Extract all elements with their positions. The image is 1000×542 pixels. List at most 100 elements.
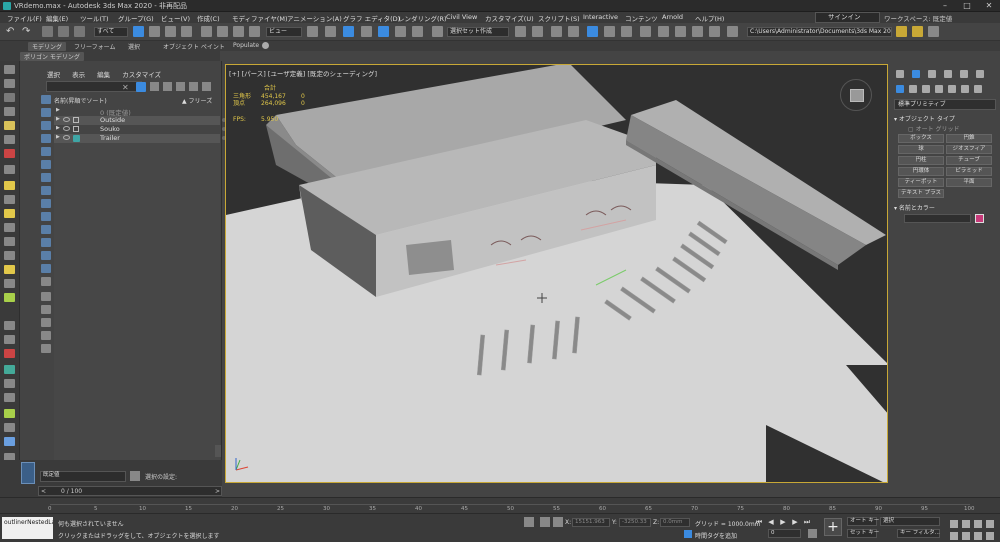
- light-icon[interactable]: [4, 121, 15, 130]
- menu-help[interactable]: ヘルプ(H): [695, 13, 724, 23]
- explorer-scrollbar[interactable]: [215, 445, 221, 457]
- tube-button[interactable]: チューブ: [946, 156, 992, 165]
- visibility-eye-icon[interactable]: [63, 135, 70, 140]
- align-icon[interactable]: [532, 26, 543, 37]
- signin-dropdown[interactable]: サインイン: [815, 12, 880, 23]
- primitive-type-dropdown[interactable]: 標準プリミティブ: [894, 99, 996, 110]
- unlink-icon[interactable]: [58, 26, 69, 37]
- time-tag-icon[interactable]: [684, 530, 692, 538]
- open-folder-icon[interactable]: [896, 26, 907, 37]
- filter-invert-icon[interactable]: [41, 277, 51, 286]
- ribbon-options-icon[interactable]: [262, 42, 269, 49]
- menu-interactive[interactable]: Interactive: [583, 13, 618, 21]
- clear-search-icon[interactable]: ✕: [122, 83, 129, 92]
- tab-freeform[interactable]: フリーフォーム: [74, 42, 115, 51]
- display-tab-icon[interactable]: [960, 70, 968, 78]
- orbit-icon[interactable]: [974, 532, 982, 540]
- particle-icon[interactable]: [4, 349, 15, 358]
- play-icon[interactable]: ▶: [778, 517, 788, 527]
- filter-helpers-icon[interactable]: [41, 147, 51, 156]
- torus-primitive-icon[interactable]: [4, 209, 15, 218]
- vray-icon[interactable]: [4, 379, 15, 388]
- pivot-center-icon[interactable]: [307, 26, 318, 37]
- curve-editor-icon[interactable]: [604, 26, 615, 37]
- goto-end-icon[interactable]: ⏭: [802, 517, 812, 527]
- set-project-icon[interactable]: [928, 26, 939, 37]
- explorer-menu-display[interactable]: 表示: [72, 71, 85, 79]
- helpers-category-icon[interactable]: [948, 85, 956, 93]
- filter-all-icon[interactable]: [41, 251, 51, 260]
- explorer-tool-4-icon[interactable]: [189, 82, 198, 91]
- current-frame-field[interactable]: 0: [768, 529, 801, 538]
- redo-icon[interactable]: ↷: [22, 26, 33, 37]
- name-color-rollout[interactable]: ▾ 名前とカラー: [894, 203, 935, 212]
- key-filters-button[interactable]: キー フィルタ...: [897, 529, 940, 538]
- track-bar[interactable]: 0 5 10 15 20 25 30 35 40 45 50 55 60 65 …: [0, 497, 1000, 513]
- selection-lock-icon[interactable]: [540, 517, 550, 527]
- time-slider-prev[interactable]: <: [41, 488, 46, 495]
- camera-icon[interactable]: [4, 135, 15, 144]
- explorer-option-3-icon[interactable]: [41, 318, 51, 327]
- plane-primitive-icon[interactable]: [4, 279, 15, 288]
- cylinder-button[interactable]: 円柱: [898, 156, 944, 165]
- scale-icon[interactable]: [233, 26, 244, 37]
- tube-primitive-icon[interactable]: [4, 251, 15, 260]
- autogrid-checkbox[interactable]: ▢ オート グリッド: [908, 124, 960, 133]
- panel-polygon-modeling[interactable]: ポリゴン モデリング: [20, 52, 84, 61]
- named-selection-set-dropdown[interactable]: 選択セット作成: [447, 27, 509, 37]
- spacewarps-category-icon[interactable]: [961, 85, 969, 93]
- cone-primitive-icon[interactable]: [4, 223, 15, 232]
- render-setup-icon[interactable]: [658, 26, 669, 37]
- cylinder-primitive-icon[interactable]: [4, 195, 15, 204]
- plane-button[interactable]: 平面: [946, 178, 992, 187]
- compound-icon[interactable]: [4, 335, 15, 344]
- z-coordinate-field[interactable]: 0.0mm: [660, 518, 690, 527]
- time-slider[interactable]: < 0 / 100 >: [38, 486, 222, 496]
- tab-selection[interactable]: 選択: [128, 42, 140, 51]
- menu-views[interactable]: ビュー(V): [161, 13, 190, 23]
- select-by-name-icon[interactable]: [149, 26, 160, 37]
- maxscript-listener[interactable]: outlinerNestedLa: [2, 517, 53, 539]
- rectangular-selection-icon[interactable]: [165, 26, 176, 37]
- viewport-layout-icon[interactable]: [4, 65, 15, 74]
- viewcube[interactable]: [840, 79, 872, 111]
- menu-group[interactable]: グループ(G): [118, 13, 154, 23]
- explorer-option-1-icon[interactable]: [41, 292, 51, 301]
- pyramid-primitive-icon[interactable]: [4, 237, 15, 246]
- spacewarp-icon[interactable]: [4, 293, 15, 302]
- filter-xrefs-icon[interactable]: [41, 186, 51, 195]
- expand-arrow-icon[interactable]: ▶: [56, 107, 60, 113]
- zoom-all-icon[interactable]: [962, 520, 970, 528]
- filter-bones-icon[interactable]: [41, 199, 51, 208]
- bind-spacewarp-icon[interactable]: [74, 26, 85, 37]
- auto-key-button[interactable]: オート キー: [847, 517, 879, 526]
- maximize-viewport-icon[interactable]: [986, 532, 994, 540]
- filter-shapes-icon[interactable]: [41, 108, 51, 117]
- object-type-rollout[interactable]: ▾ オブジェクト タイプ: [894, 114, 955, 123]
- select-manipulate-icon[interactable]: [325, 26, 336, 37]
- goto-start-icon[interactable]: ⏮: [754, 517, 764, 527]
- snaps-toggle-icon[interactable]: [361, 26, 372, 37]
- scene-explorer-toggle-icon[interactable]: [21, 462, 35, 484]
- reference-coordinate-dropdown[interactable]: ビュー: [266, 27, 302, 37]
- helper-icon[interactable]: [4, 165, 15, 174]
- layer-row[interactable]: ▶ Trailer: [54, 134, 226, 143]
- cameras-category-icon[interactable]: [935, 85, 943, 93]
- maximize-button[interactable]: □: [956, 0, 978, 12]
- teapot-button[interactable]: ティーポット: [898, 178, 944, 187]
- layer-settings-icon[interactable]: [130, 471, 140, 481]
- menu-tools[interactable]: ツール(T): [80, 13, 109, 23]
- render-in-cloud-icon[interactable]: [709, 26, 720, 37]
- geosphere-button[interactable]: ジオスフィア: [946, 145, 992, 154]
- a360-gallery-icon[interactable]: [727, 26, 738, 37]
- rendered-frame-window-icon[interactable]: [675, 26, 686, 37]
- explorer-option-2-icon[interactable]: [41, 305, 51, 314]
- sphere-button[interactable]: 球: [898, 145, 944, 154]
- object-name-field[interactable]: [904, 214, 971, 223]
- viewport-label[interactable]: [+] [パース] [ユーザ定義] [既定のシェーディング]: [229, 68, 377, 78]
- toggle-scene-explorer-icon[interactable]: [551, 26, 562, 37]
- visibility-eye-icon[interactable]: [63, 117, 70, 122]
- railing-icon[interactable]: [4, 423, 15, 432]
- zoom-extents-icon[interactable]: [974, 520, 982, 528]
- pyramid-button[interactable]: ピラミッド: [946, 167, 992, 176]
